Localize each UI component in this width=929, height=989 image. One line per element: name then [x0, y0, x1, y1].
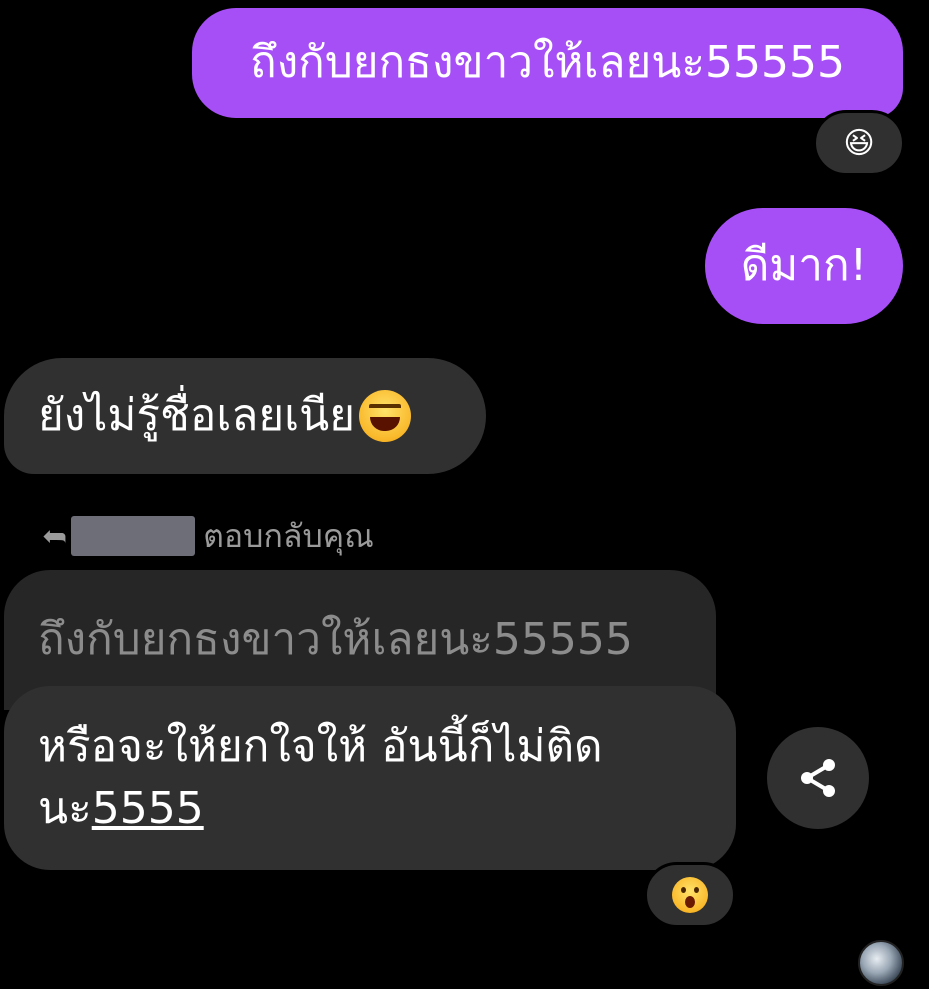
- incoming-message[interactable]: ยังไม่รู้ชื่อเลยเนีย: [4, 358, 486, 474]
- share-button[interactable]: [767, 727, 869, 829]
- laughing-emoji-icon: [359, 390, 412, 442]
- reaction-badge[interactable]: [644, 862, 736, 928]
- message-text-prefix: นะ: [38, 783, 92, 834]
- reply-header: ➦ ตอบกลับคุณ: [42, 508, 374, 564]
- message-text: ถึงกับยกธงขาวให้เลยนะ55555: [250, 37, 845, 89]
- reply-label: ตอบกลับคุณ: [203, 516, 374, 555]
- incoming-message[interactable]: หรือจะให้ยกใจให้ อันนี้ก็ไม่ติด นะ5555: [4, 686, 736, 870]
- reply-arrow-icon: ➦: [42, 518, 68, 554]
- message-text: ดีมาก!: [740, 240, 868, 292]
- laughing-emoji-icon: 😆: [843, 125, 875, 161]
- message-text-line: นะ5555: [38, 778, 204, 840]
- phone-link[interactable]: 5555: [92, 783, 204, 834]
- share-icon: [801, 759, 835, 797]
- wow-face-emoji-icon: [672, 877, 708, 913]
- reaction-badge[interactable]: 😆: [813, 110, 905, 176]
- quoted-text: ถึงกับยกธงขาวให้เลยนะ55555: [38, 614, 633, 665]
- redacted-name: [71, 516, 196, 556]
- avatar: [858, 940, 904, 986]
- outgoing-message[interactable]: ถึงกับยกธงขาวให้เลยนะ55555: [192, 8, 903, 118]
- message-text: ยังไม่รู้ชื่อเลยเนีย: [38, 390, 356, 442]
- outgoing-message[interactable]: ดีมาก!: [705, 208, 903, 324]
- message-text-line: หรือจะให้ยกใจให้ อันนี้ก็ไม่ติด: [38, 721, 603, 773]
